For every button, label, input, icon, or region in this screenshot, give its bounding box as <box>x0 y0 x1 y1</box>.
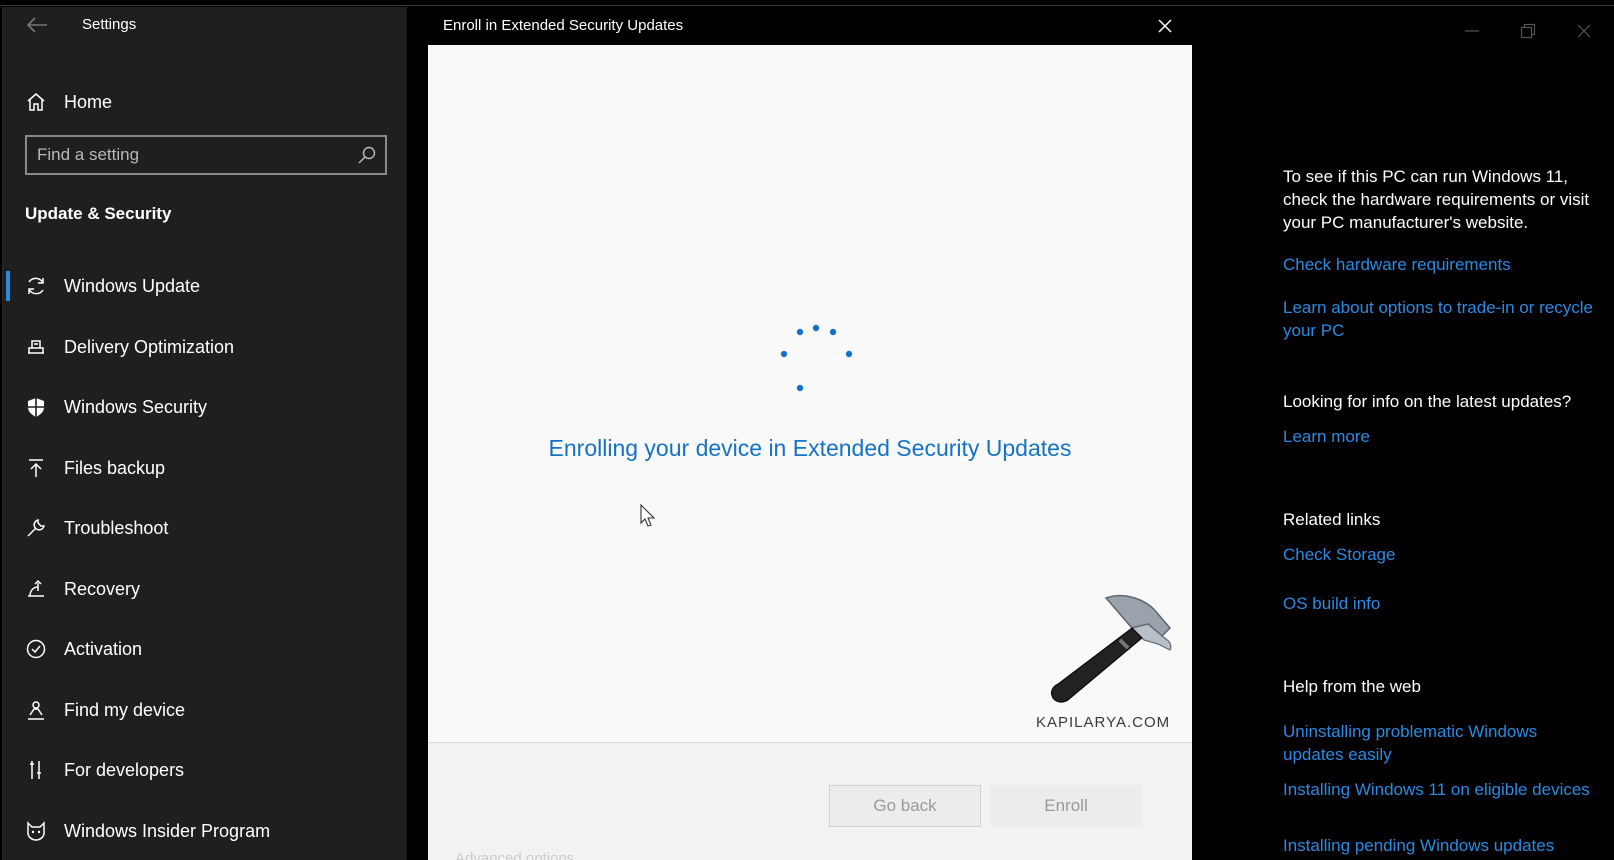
app-title: Settings <box>82 16 137 33</box>
home-nav-item[interactable]: Home <box>3 81 407 123</box>
sidebar-item-label: Windows Security <box>64 397 208 417</box>
hammer-logo-icon <box>1051 594 1172 703</box>
dialog-footer: Go back Enroll <box>428 742 1192 860</box>
uninstalling-updates-link[interactable]: Uninstalling problematic Windows updates… <box>1283 720 1593 766</box>
home-label: Home <box>64 92 113 112</box>
installing-windows11-link[interactable]: Installing Windows 11 on eligible device… <box>1283 778 1593 801</box>
person-pin-icon <box>28 700 44 720</box>
cat-icon <box>27 820 45 841</box>
sidebar-item-delivery-optimization[interactable]: Delivery Optimization <box>3 326 407 387</box>
search-icon[interactable] <box>357 145 377 165</box>
learn-more-link[interactable]: Learn more <box>1283 425 1593 448</box>
sidebar-item-activation[interactable]: Activation <box>3 628 407 689</box>
related-links-heading: Related links <box>1283 510 1381 529</box>
right-info-panel: To see if this PC can run Windows 11, ch… <box>1192 7 1614 860</box>
settings-nav-list: Windows Update Delivery Optimization Win… <box>3 265 407 860</box>
os-build-info-link[interactable]: OS build info <box>1283 592 1593 615</box>
mouse-cursor-icon <box>640 503 656 527</box>
search-input[interactable] <box>37 143 337 167</box>
check-storage-link[interactable]: Check Storage <box>1283 543 1593 566</box>
shield-icon <box>28 398 44 417</box>
back-arrow-icon[interactable] <box>25 15 49 35</box>
enrollment-status-text: Enrolling your device in Extended Securi… <box>548 435 1072 461</box>
window-close-icon[interactable] <box>1576 23 1592 39</box>
sidebar-item-windows-insider[interactable]: Windows Insider Program <box>3 810 407 860</box>
settings-sidebar: Settings Home Update & Security Windows … <box>2 7 407 860</box>
upload-icon <box>29 458 43 477</box>
close-icon[interactable] <box>1156 17 1174 35</box>
window-controls <box>1434 17 1614 47</box>
screen-top-border <box>0 0 1614 6</box>
sidebar-item-recovery[interactable]: Recovery <box>3 568 407 629</box>
sidebar-item-label: Delivery Optimization <box>64 336 235 357</box>
section-title: Update & Security <box>25 204 172 223</box>
wrench-icon <box>27 519 45 537</box>
loading-spinner-icon <box>780 324 853 392</box>
sidebar-item-windows-update[interactable]: Windows Update <box>3 265 407 326</box>
minimize-icon[interactable] <box>1464 23 1480 39</box>
watermark-text: KAPILARYA.COM <box>1036 714 1171 731</box>
delivery-icon <box>28 339 44 354</box>
sidebar-item-label: For developers <box>64 760 185 780</box>
enroll-dialog: Enroll in Extended Security Updates Enro… <box>428 7 1192 860</box>
sidebar-item-label: Windows Update <box>64 276 201 296</box>
sidebar-item-troubleshoot[interactable]: Troubleshoot <box>3 507 407 568</box>
go-back-button[interactable]: Go back <box>829 785 981 827</box>
sidebar-item-label: Activation <box>64 639 143 659</box>
sidebar-item-label: Recovery <box>64 578 141 599</box>
help-from-web-heading: Help from the web <box>1283 677 1421 696</box>
sync-icon <box>28 277 44 295</box>
restore-icon[interactable] <box>1520 23 1536 39</box>
check-circle-icon <box>26 639 46 659</box>
sidebar-item-label: Windows Insider Program <box>64 820 271 841</box>
sidebar-item-label: Files backup <box>64 457 166 478</box>
sidebar-item-find-my-device[interactable]: Find my device <box>3 689 407 750</box>
advanced-options-partial-text: Advanced options <box>455 850 575 860</box>
windows11-info-text: To see if this PC can run Windows 11, ch… <box>1283 167 1590 232</box>
sidebar-item-for-developers[interactable]: For developers <box>3 749 407 810</box>
dialog-title: Enroll in Extended Security Updates <box>443 17 684 34</box>
trade-in-link[interactable]: Learn about options to trade-in or recyc… <box>1283 296 1593 342</box>
recovery-icon <box>28 579 44 597</box>
home-icon <box>27 93 45 111</box>
settings-titlebar: Settings <box>3 7 407 43</box>
dialog-header: Enroll in Extended Security Updates <box>428 7 1192 45</box>
developer-tools-icon <box>30 761 41 779</box>
installing-pending-updates-link[interactable]: Installing pending Windows updates <box>1283 834 1593 857</box>
enroll-button[interactable]: Enroll <box>990 785 1142 827</box>
latest-updates-heading: Looking for info on the latest updates? <box>1283 392 1572 411</box>
sidebar-item-windows-security[interactable]: Windows Security <box>3 386 407 447</box>
sidebar-item-label: Find my device <box>64 699 186 720</box>
sidebar-item-files-backup[interactable]: Files backup <box>3 447 407 508</box>
sidebar-item-label: Troubleshoot <box>64 518 169 538</box>
check-hardware-link[interactable]: Check hardware requirements <box>1283 253 1593 276</box>
search-box <box>25 135 387 175</box>
